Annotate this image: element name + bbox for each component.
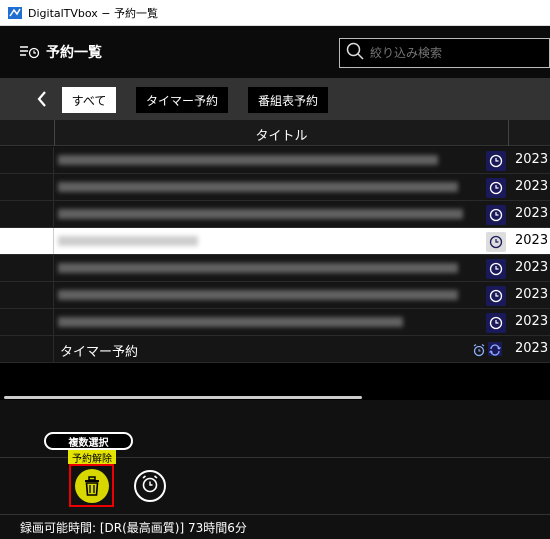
clock-icon xyxy=(486,313,506,333)
cancel-reservation-tooltip: 予約解除 xyxy=(68,450,116,465)
redacted-title xyxy=(58,263,458,273)
row-date: 2023 xyxy=(515,260,549,275)
row-cell xyxy=(0,255,54,281)
search-input[interactable] xyxy=(370,46,540,60)
cancel-reservation-button[interactable] xyxy=(69,464,114,507)
row-cell xyxy=(0,201,54,227)
window-title: DigitalTVbox − 予約一覧 xyxy=(28,6,159,20)
app-icon xyxy=(8,6,22,19)
filter-all-tab[interactable]: すべて xyxy=(62,87,116,113)
row-cell xyxy=(0,228,54,254)
table-row[interactable]: 2023 xyxy=(0,174,550,201)
redacted-title xyxy=(58,155,438,165)
recordable-time-text: 録画可能時間: [DR(最高画質)] 73時間6分 xyxy=(20,520,247,535)
repeat-icon xyxy=(488,342,502,356)
row-date: 2023 xyxy=(515,152,549,167)
row-date: 2023 xyxy=(515,179,549,194)
clock-icon xyxy=(486,151,506,171)
column-divider xyxy=(508,120,509,146)
row-date: 2023 xyxy=(515,341,549,356)
table-row-selected[interactable]: 2023 xyxy=(0,228,550,255)
clock-icon xyxy=(486,286,506,306)
filter-timer-tab[interactable]: タイマー予約 xyxy=(136,87,228,113)
clock-icon xyxy=(486,178,506,198)
alarm-clock-icon xyxy=(140,474,160,498)
reservation-table: タイトル 2023 2023 2023 2023 2023 2023 2023 … xyxy=(0,120,550,363)
row-title: タイマー予約 xyxy=(60,345,139,360)
row-cell xyxy=(0,147,54,173)
row-cell xyxy=(0,282,54,308)
status-bar: 録画可能時間: [DR(最高画質)] 73時間6分 xyxy=(0,514,550,539)
multi-select-button[interactable]: 複数選択 xyxy=(44,432,133,450)
redacted-title xyxy=(58,290,458,300)
row-date: 2023 xyxy=(515,206,549,221)
row-date: 2023 xyxy=(515,233,549,248)
clock-icon xyxy=(486,205,506,225)
redacted-title xyxy=(58,236,198,246)
clock-icon xyxy=(486,259,506,279)
alarm-clock-icon xyxy=(472,342,486,357)
timer-reservation-button[interactable] xyxy=(134,470,166,502)
table-row[interactable]: タイマー予約 2023 xyxy=(0,336,550,363)
redacted-title xyxy=(58,182,458,192)
table-header: タイトル xyxy=(0,120,550,146)
row-date: 2023 xyxy=(515,314,549,329)
chevron-left-icon xyxy=(37,91,46,107)
search-icon xyxy=(346,42,364,64)
row-date: 2023 xyxy=(515,287,549,302)
back-button[interactable] xyxy=(34,86,50,112)
trash-icon xyxy=(74,468,109,503)
filter-bar: すべて タイマー予約 番組表予約 xyxy=(0,78,550,120)
row-cell xyxy=(0,309,54,335)
table-row[interactable]: 2023 xyxy=(0,201,550,228)
filter-epg-tab[interactable]: 番組表予約 xyxy=(248,87,328,113)
table-row[interactable]: 2023 xyxy=(0,147,550,174)
row-cell xyxy=(0,336,54,362)
window-titlebar: DigitalTVbox − 予約一覧 xyxy=(0,0,550,26)
header-bar: 予約一覧 xyxy=(0,26,550,78)
table-row[interactable]: 2023 xyxy=(0,255,550,282)
redacted-title xyxy=(58,317,403,327)
row-cell xyxy=(0,174,54,200)
clock-icon xyxy=(486,232,506,252)
table-row[interactable]: 2023 xyxy=(0,282,550,309)
search-box[interactable] xyxy=(339,38,550,68)
table-row[interactable]: 2023 xyxy=(0,309,550,336)
column-header-title[interactable]: タイトル xyxy=(55,125,508,144)
list-clock-icon xyxy=(20,44,40,63)
redacted-title xyxy=(58,209,463,219)
page-title: 予約一覧 xyxy=(46,45,102,61)
horizontal-scrollbar[interactable] xyxy=(4,396,362,399)
